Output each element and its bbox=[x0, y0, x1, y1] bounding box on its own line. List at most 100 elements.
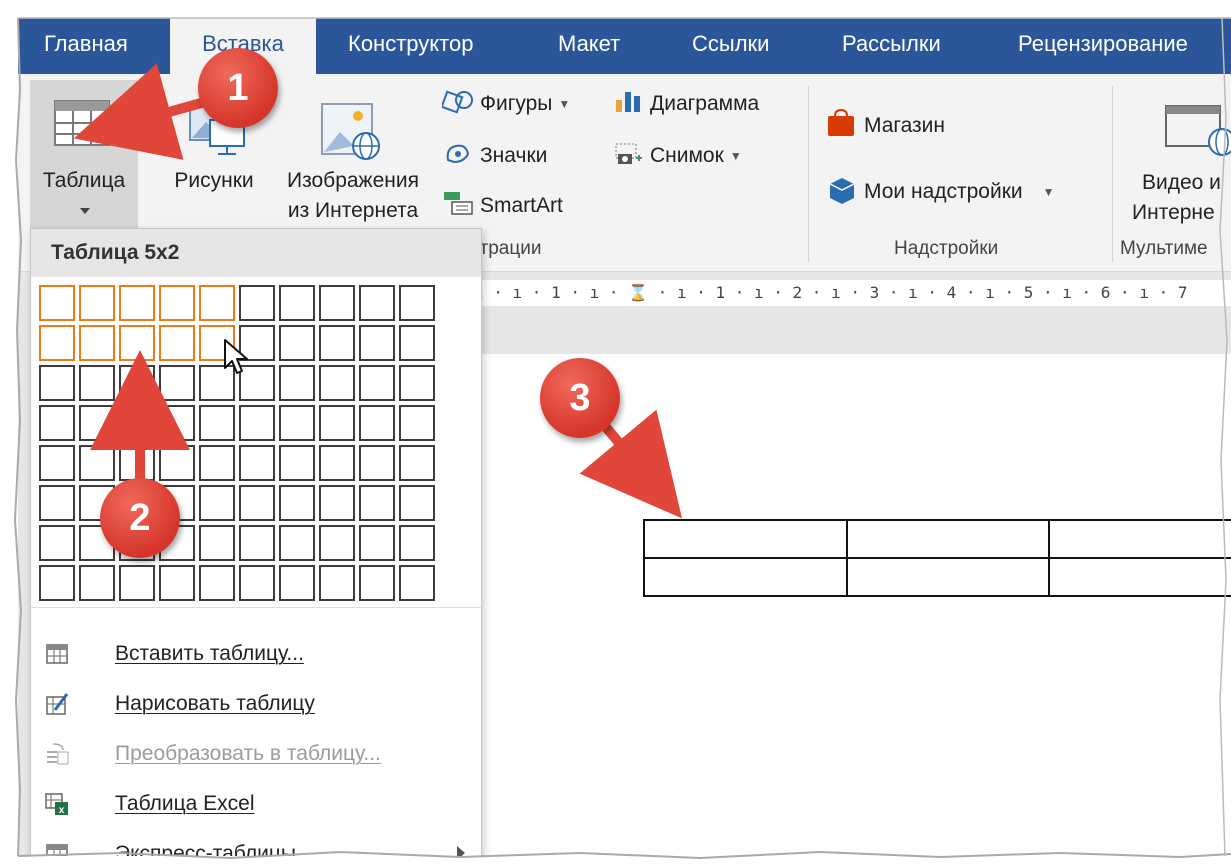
grid-cell[interactable] bbox=[359, 285, 395, 321]
my-addins-button[interactable]: Мои надстройки ▼ bbox=[826, 174, 1055, 210]
icons-button[interactable]: Значки bbox=[442, 140, 547, 172]
shapes-button[interactable]: Фигуры ▼ bbox=[440, 88, 570, 120]
grid-cell[interactable] bbox=[199, 525, 235, 561]
grid-cell[interactable] bbox=[39, 525, 75, 561]
table-cell[interactable] bbox=[643, 519, 848, 559]
grid-cell[interactable] bbox=[279, 285, 315, 321]
grid-cell[interactable] bbox=[199, 445, 235, 481]
grid-cell[interactable] bbox=[359, 365, 395, 401]
grid-cell[interactable] bbox=[319, 485, 355, 521]
grid-cell[interactable] bbox=[319, 525, 355, 561]
grid-cell[interactable] bbox=[79, 285, 115, 321]
grid-cell[interactable] bbox=[199, 565, 235, 601]
grid-cell[interactable] bbox=[79, 325, 115, 361]
grid-cell[interactable] bbox=[279, 365, 315, 401]
grid-cell[interactable] bbox=[119, 405, 155, 441]
grid-cell[interactable] bbox=[39, 325, 75, 361]
menu-draw-table[interactable]: Нарисовать таблицу bbox=[31, 679, 481, 729]
ribbon-tab-bar: Главная Вставка Конструктор Макет Ссылки… bbox=[18, 14, 1231, 74]
grid-cell[interactable] bbox=[119, 285, 155, 321]
grid-cell[interactable] bbox=[319, 365, 355, 401]
tab-design[interactable]: Конструктор bbox=[346, 14, 475, 74]
grid-cell[interactable] bbox=[319, 445, 355, 481]
table-button[interactable]: Таблица bbox=[30, 80, 138, 230]
grid-cell[interactable] bbox=[239, 445, 275, 481]
tab-mailings[interactable]: Рассылки bbox=[840, 14, 943, 74]
grid-cell[interactable] bbox=[79, 565, 115, 601]
grid-cell[interactable] bbox=[399, 405, 435, 441]
grid-cell[interactable] bbox=[399, 285, 435, 321]
grid-cell[interactable] bbox=[79, 405, 115, 441]
grid-cell[interactable] bbox=[239, 405, 275, 441]
table-cell[interactable] bbox=[1048, 519, 1231, 559]
grid-cell[interactable] bbox=[399, 525, 435, 561]
grid-cell[interactable] bbox=[159, 565, 195, 601]
tab-references[interactable]: Ссылки bbox=[690, 14, 771, 74]
grid-cell[interactable] bbox=[359, 485, 395, 521]
tab-review[interactable]: Рецензирование bbox=[1016, 14, 1190, 74]
grid-cell[interactable] bbox=[359, 565, 395, 601]
grid-cell[interactable] bbox=[319, 325, 355, 361]
smartart-button[interactable]: SmartArt bbox=[442, 190, 563, 222]
menu-insert-table[interactable]: Вставить таблицу... bbox=[31, 629, 481, 679]
grid-cell[interactable] bbox=[39, 285, 75, 321]
grid-cell[interactable] bbox=[39, 405, 75, 441]
grid-cell[interactable] bbox=[279, 325, 315, 361]
grid-cell[interactable] bbox=[199, 405, 235, 441]
grid-cell[interactable] bbox=[39, 445, 75, 481]
grid-cell[interactable] bbox=[319, 405, 355, 441]
grid-cell[interactable] bbox=[279, 565, 315, 601]
online-video-button[interactable]: Видео и Интерне bbox=[1128, 80, 1231, 230]
grid-cell[interactable] bbox=[239, 525, 275, 561]
grid-cell[interactable] bbox=[359, 445, 395, 481]
grid-cell[interactable] bbox=[319, 565, 355, 601]
screenshot-button[interactable]: Снимок ▼ bbox=[614, 140, 742, 172]
grid-cell[interactable] bbox=[399, 325, 435, 361]
grid-cell[interactable] bbox=[119, 565, 155, 601]
grid-cell[interactable] bbox=[359, 405, 395, 441]
menu-quick-tables[interactable]: Экспресс-таблицы bbox=[31, 829, 481, 860]
grid-cell[interactable] bbox=[359, 525, 395, 561]
grid-cell[interactable] bbox=[399, 485, 435, 521]
grid-cell[interactable] bbox=[279, 485, 315, 521]
grid-cell[interactable] bbox=[119, 445, 155, 481]
table-cell[interactable] bbox=[643, 557, 848, 597]
tab-home[interactable]: Главная bbox=[42, 14, 130, 74]
grid-cell[interactable] bbox=[159, 285, 195, 321]
grid-cell[interactable] bbox=[199, 485, 235, 521]
grid-cell[interactable] bbox=[39, 365, 75, 401]
grid-cell[interactable] bbox=[359, 325, 395, 361]
grid-cell[interactable] bbox=[399, 445, 435, 481]
grid-cell[interactable] bbox=[159, 325, 195, 361]
grid-cell[interactable] bbox=[39, 485, 75, 521]
table-cell[interactable] bbox=[845, 519, 1051, 559]
grid-cell[interactable] bbox=[239, 485, 275, 521]
online-pictures-button[interactable]: Изображения из Интернета bbox=[268, 80, 438, 230]
grid-cell[interactable] bbox=[159, 445, 195, 481]
document-table[interactable] bbox=[643, 519, 1231, 597]
tab-layout[interactable]: Макет bbox=[556, 14, 622, 74]
my-addins-label: Мои надстройки bbox=[864, 180, 1023, 203]
grid-cell[interactable] bbox=[239, 565, 275, 601]
grid-cell[interactable] bbox=[79, 365, 115, 401]
grid-cell[interactable] bbox=[159, 365, 195, 401]
grid-cell[interactable] bbox=[319, 285, 355, 321]
grid-cell[interactable] bbox=[39, 565, 75, 601]
grid-cell[interactable] bbox=[119, 365, 155, 401]
grid-cell[interactable] bbox=[199, 285, 235, 321]
grid-cell[interactable] bbox=[79, 445, 115, 481]
grid-cell[interactable] bbox=[279, 405, 315, 441]
grid-cell[interactable] bbox=[279, 445, 315, 481]
menu-excel-table[interactable]: x Таблица Excel bbox=[31, 779, 481, 829]
grid-cell[interactable] bbox=[119, 325, 155, 361]
chart-button[interactable]: Диаграмма bbox=[614, 88, 759, 120]
table-cell[interactable] bbox=[845, 557, 1051, 597]
grid-cell[interactable] bbox=[399, 565, 435, 601]
store-button[interactable]: Магазин bbox=[826, 108, 945, 144]
grid-cell[interactable] bbox=[239, 285, 275, 321]
grid-cell[interactable] bbox=[399, 365, 435, 401]
table-cell[interactable] bbox=[1048, 557, 1231, 597]
grid-cell[interactable] bbox=[159, 405, 195, 441]
table-size-grid[interactable] bbox=[39, 285, 443, 609]
grid-cell[interactable] bbox=[279, 525, 315, 561]
